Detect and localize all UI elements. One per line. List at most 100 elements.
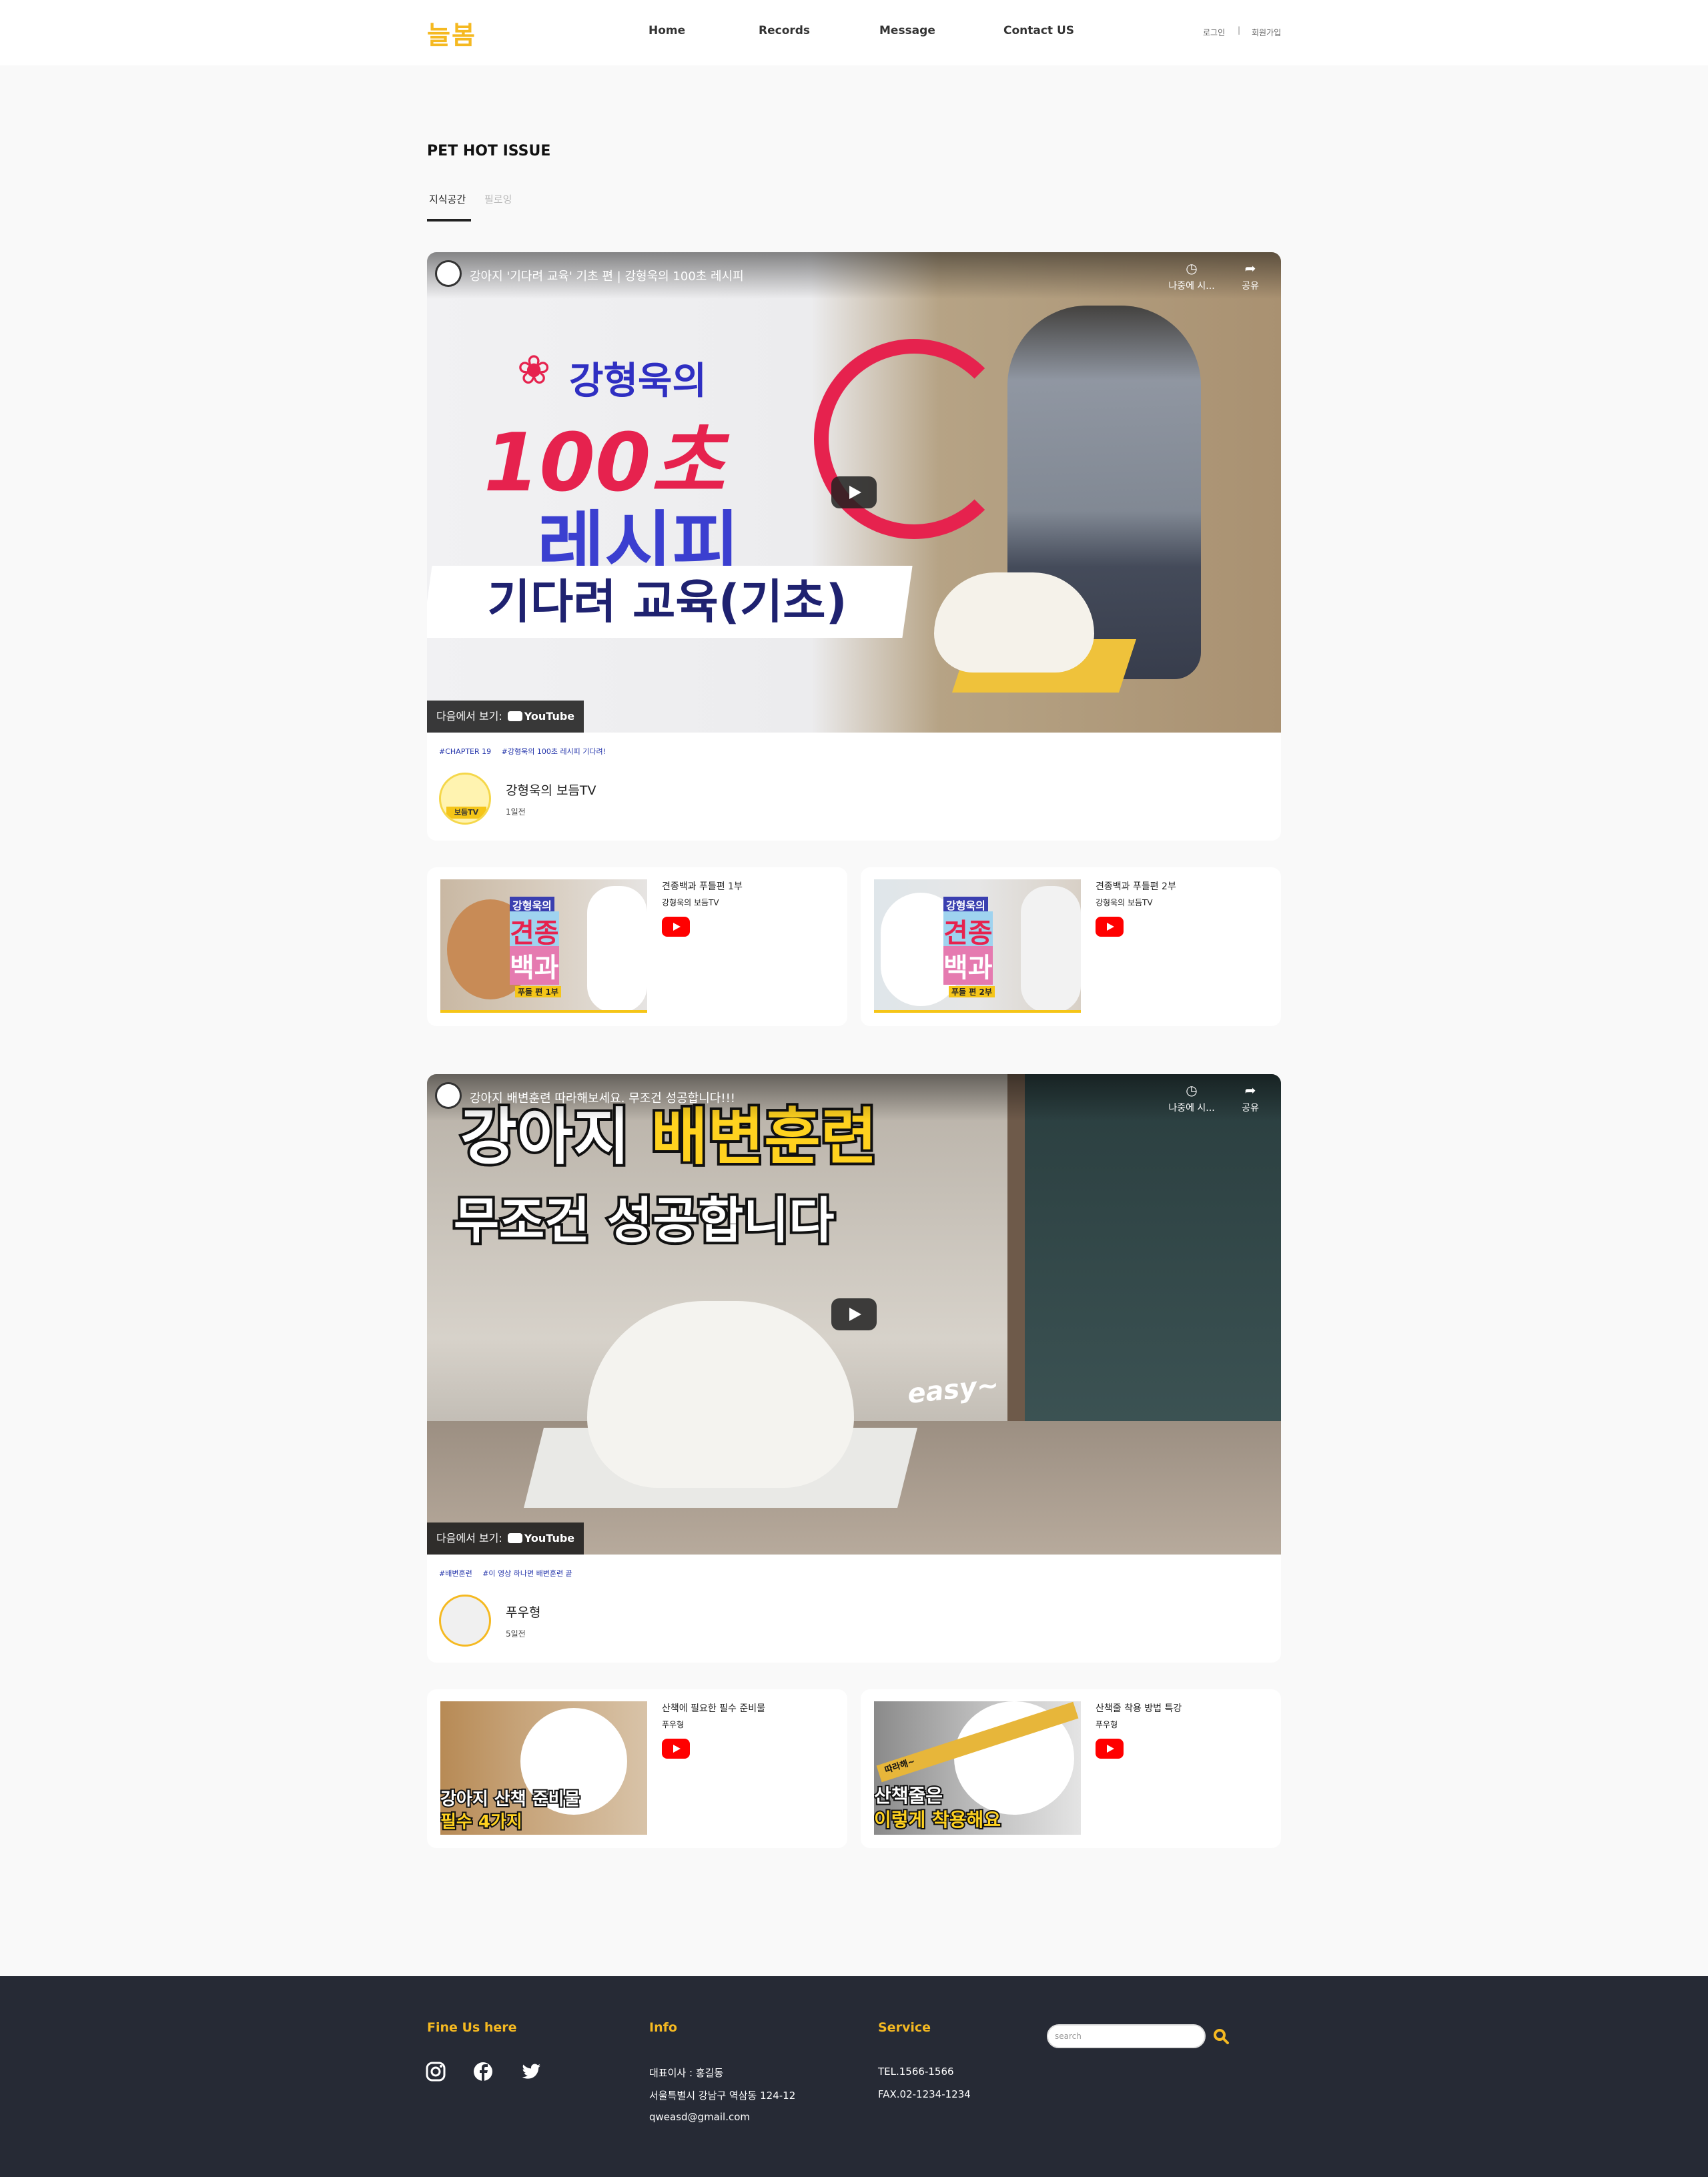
- watch-on-youtube-button[interactable]: 다음에서 보기: YouTube: [427, 701, 584, 733]
- thumb-label: 강아지 산책 준비물: [440, 1788, 581, 1811]
- thumb-label: 강형욱의: [510, 897, 554, 913]
- twitter-icon[interactable]: [520, 2060, 542, 2083]
- play-button[interactable]: [831, 1298, 877, 1330]
- related-channel: 강형욱의 보듬TV: [662, 898, 719, 907]
- footer-info-title: Info: [649, 2020, 677, 2035]
- channel-name[interactable]: 푸우형: [506, 1603, 540, 1621]
- share-icon: ➦: [1244, 1082, 1256, 1098]
- video-tags: #CHAPTER 19 #강형욱의 100초 레시피 기다려!: [439, 746, 614, 757]
- watch-later-label: 나중에 시...: [1168, 281, 1215, 292]
- paw-icon: ❀: [517, 347, 551, 394]
- youtube-play-icon[interactable]: [662, 1739, 690, 1759]
- nav-contact-us[interactable]: Contact US: [1003, 24, 1074, 37]
- auth-separator: |: [1238, 25, 1241, 35]
- watch-on-label: 다음에서 보기:: [436, 1532, 502, 1545]
- watch-later-label: 나중에 시...: [1168, 1103, 1215, 1114]
- channel-icon[interactable]: [435, 260, 462, 287]
- thumb-label: 푸들 편 1부: [515, 986, 561, 997]
- youtube-play-icon[interactable]: [662, 917, 690, 937]
- thumb-label: 견종: [943, 911, 993, 950]
- footer-email[interactable]: qweasd@gmail.com: [649, 2111, 750, 2123]
- puppy-figure: [934, 572, 1094, 673]
- share-label: 공유: [1242, 1103, 1259, 1114]
- related-video-card[interactable]: 강형욱의 견종 백과 푸들 편 2부 견종백과 푸들편 2부 강형욱의 보듬TV: [861, 867, 1281, 1026]
- youtube-icon: [507, 711, 522, 721]
- related-title[interactable]: 견종백과 푸들편 2부: [1096, 879, 1176, 893]
- channel-icon[interactable]: [435, 1082, 462, 1109]
- upload-time: 1일전: [506, 807, 526, 817]
- channel-name[interactable]: 강형욱의 보듬TV: [506, 781, 596, 799]
- footer-fax: FAX.02-1234-1234: [878, 2088, 971, 2100]
- video-title[interactable]: 강아지 '기다려 교육' 기초 편 | 강형욱의 100초 레시피: [470, 267, 744, 284]
- site-logo[interactable]: 늘봄: [427, 15, 476, 51]
- nav-home[interactable]: Home: [649, 24, 685, 37]
- watch-later-button[interactable]: ◷ 나중에 시...: [1165, 1082, 1218, 1114]
- tag-link[interactable]: #이 영상 하나면 배변훈련 끝: [482, 1569, 572, 1578]
- related-thumbnail[interactable]: 강형욱의 견종 백과 푸들 편 2부: [874, 879, 1081, 1013]
- video-card-1: ❀ 강형욱의 100초 레시피 기다려 교육(기초) 강아지 '기다려 교육' …: [427, 252, 1281, 841]
- thumb-label: 백과: [510, 946, 559, 985]
- tab-following[interactable]: 필로잉: [484, 192, 512, 206]
- share-button[interactable]: ➦ 공유: [1224, 260, 1277, 292]
- play-button[interactable]: [831, 476, 877, 508]
- thumb-label: 이렇게 착용해요: [874, 1807, 1002, 1832]
- thumb-label: 강형욱의: [943, 897, 988, 913]
- related-title[interactable]: 산책에 필요한 필수 준비물: [662, 1701, 765, 1715]
- thumb-label: 푸들 편 2부: [949, 986, 995, 997]
- timer-ring-graphic: [814, 339, 1014, 539]
- footer-find-title: Fine Us here: [427, 2020, 517, 2035]
- watch-later-button[interactable]: ◷ 나중에 시...: [1165, 260, 1218, 292]
- instagram-icon[interactable]: [424, 2060, 447, 2083]
- thumbnail-title-d: 기다려 교육(기초): [487, 574, 847, 629]
- thumbnail-title-b: 무조건 성공합니다: [451, 1190, 837, 1252]
- video-player-1[interactable]: ❀ 강형욱의 100초 레시피 기다려 교육(기초) 강아지 '기다려 교육' …: [427, 252, 1281, 733]
- nav-message[interactable]: Message: [879, 24, 935, 37]
- related-thumbnail[interactable]: 강아지 산책 준비물 필수 4가지: [440, 1701, 647, 1835]
- youtube-label: YouTube: [524, 1532, 575, 1545]
- trainer-figure: [1021, 886, 1081, 1010]
- tag-link[interactable]: #CHAPTER 19: [439, 747, 491, 756]
- footer-address: 서울특별시 강남구 역삼동 124-12: [649, 2090, 796, 2102]
- related-channel: 푸우형: [662, 1720, 685, 1729]
- thumbnail-title-d-box: 기다려 교육(기초): [427, 566, 913, 638]
- site-footer: Fine Us here Info 대표이사 : 홍길동 서울특별시 강남구 역…: [0, 1976, 1708, 2177]
- login-link[interactable]: 로그인: [1203, 27, 1225, 38]
- related-video-card[interactable]: 강아지 산책 준비물 필수 4가지 산책에 필요한 필수 준비물 푸우형: [427, 1689, 847, 1848]
- related-thumbnail[interactable]: 따라해~ 산책줄은 이렇게 착용해요: [874, 1701, 1081, 1835]
- nav-records[interactable]: Records: [759, 24, 810, 37]
- related-title[interactable]: 산책줄 착용 방법 특강: [1096, 1701, 1182, 1715]
- channel-avatar[interactable]: [439, 1595, 491, 1647]
- youtube-icon: [507, 1533, 522, 1543]
- active-tab-indicator: [427, 219, 471, 222]
- window-graphic: [1007, 1074, 1281, 1474]
- share-button[interactable]: ➦ 공유: [1224, 1082, 1277, 1114]
- share-icon: ➦: [1244, 260, 1256, 276]
- search-input[interactable]: [1047, 2024, 1206, 2048]
- share-label: 공유: [1242, 281, 1259, 292]
- youtube-label: YouTube: [524, 710, 575, 723]
- youtube-play-icon[interactable]: [1096, 917, 1124, 937]
- watch-on-label: 다음에서 보기:: [436, 710, 502, 723]
- channel-avatar[interactable]: 보듬TV: [439, 773, 491, 825]
- video-card-2: 강아지 배변훈련 무조건 성공합니다 easy~ 강아지 배변훈련 따라해보세요…: [427, 1074, 1281, 1663]
- youtube-play-icon[interactable]: [1096, 1739, 1124, 1759]
- tag-link[interactable]: #배변훈련: [439, 1569, 472, 1578]
- footer-ceo: 대표이사 : 홍길동: [649, 2067, 724, 2079]
- search-icon[interactable]: [1212, 2027, 1230, 2046]
- video-tags: #배변훈련 #이 영상 하나면 배변훈련 끝: [439, 1568, 580, 1579]
- related-video-card[interactable]: 강형욱의 견종 백과 푸들 편 1부 견종백과 푸들편 1부 강형욱의 보듬TV: [427, 867, 847, 1026]
- facebook-icon[interactable]: [472, 2060, 494, 2083]
- signup-link[interactable]: 회원가입: [1252, 27, 1281, 38]
- video-player-2[interactable]: 강아지 배변훈련 무조건 성공합니다 easy~ 강아지 배변훈련 따라해보세요…: [427, 1074, 1281, 1555]
- tab-knowledge[interactable]: 지식공간: [429, 192, 466, 206]
- channel-badge: 보듬TV: [446, 807, 486, 819]
- watch-on-youtube-button[interactable]: 다음에서 보기: YouTube: [427, 1522, 584, 1555]
- related-title[interactable]: 견종백과 푸들편 1부: [662, 879, 743, 893]
- tag-link[interactable]: #강형욱의 100초 레시피 기다려!: [502, 747, 606, 756]
- video-title[interactable]: 강아지 배변훈련 따라해보세요. 무조건 성공합니다!!!: [470, 1089, 735, 1106]
- footer-service-title: Service: [878, 2020, 931, 2035]
- clock-icon: ◷: [1186, 1082, 1198, 1098]
- related-video-card[interactable]: 따라해~ 산책줄은 이렇게 착용해요 산책줄 착용 방법 특강 푸우형: [861, 1689, 1281, 1848]
- related-thumbnail[interactable]: 강형욱의 견종 백과 푸들 편 1부: [440, 879, 647, 1013]
- thumbnail-title-a: 강형욱의: [569, 360, 707, 403]
